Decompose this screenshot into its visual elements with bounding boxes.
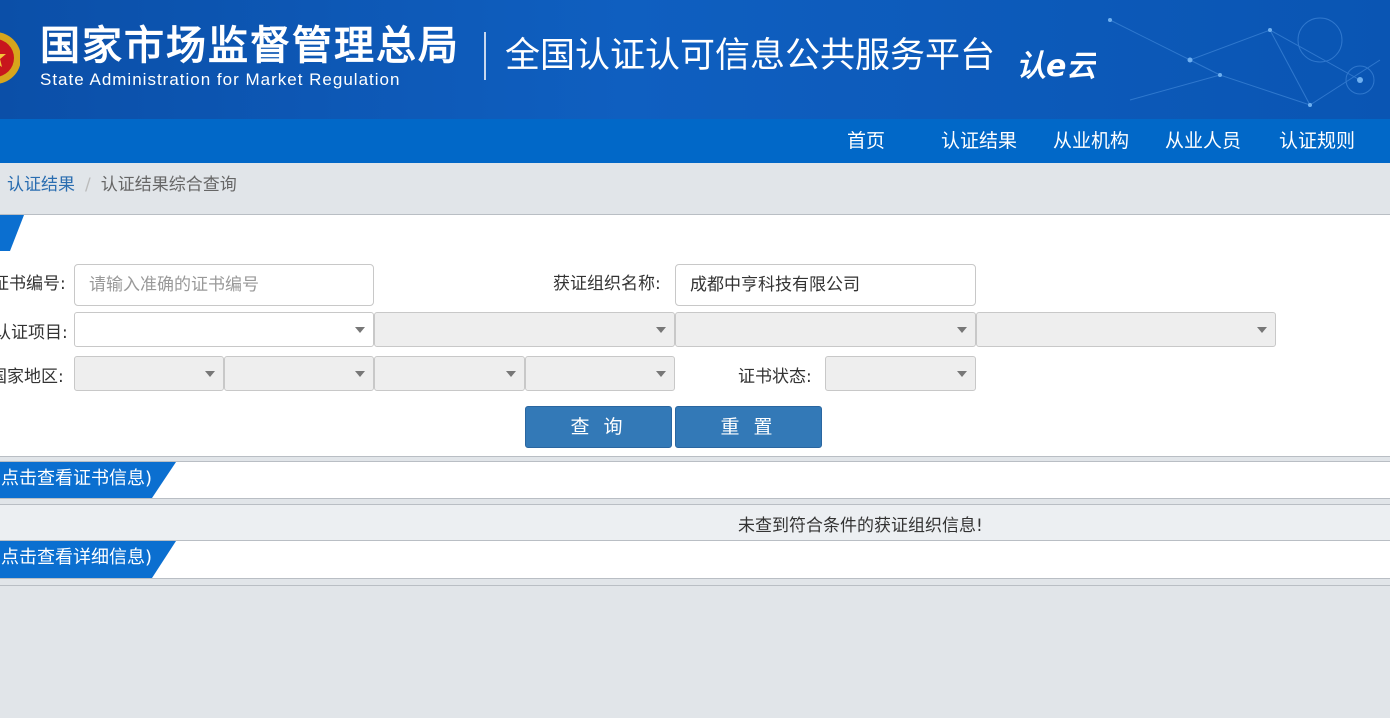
region-select-4[interactable] <box>525 356 675 391</box>
org-name-input[interactable]: 成都中亨科技有限公司 <box>675 264 976 306</box>
project-select-1[interactable] <box>74 312 374 347</box>
content-divider <box>0 585 1390 586</box>
empty-result-message: 未查到符合条件的获证组织信息! <box>738 516 983 536</box>
region-select-1[interactable] <box>74 356 224 391</box>
status-select[interactable] <box>825 356 976 391</box>
detail-info-tab[interactable]: (点击查看详细信息) <box>0 541 152 575</box>
national-emblem-icon <box>0 32 20 84</box>
cert-info-section-header: (点击查看证书信息) <box>0 461 1390 499</box>
cloud-logo-text: 认e云 <box>1016 49 1096 84</box>
project-label: 认证项目: <box>0 323 68 343</box>
tech-network-decoration <box>1108 17 1381 107</box>
cloud-logo: 认e云 <box>1016 49 1096 84</box>
breadcrumb-separator: / <box>85 175 91 195</box>
cert-no-input[interactable] <box>74 264 374 306</box>
site-header: 国家市场监督管理总局 State Administration for Mark… <box>0 0 1390 119</box>
chevron-down-icon <box>656 327 666 333</box>
cert-info-tab[interactable]: (点击查看证书信息) <box>0 462 152 496</box>
nav-item-home[interactable]: 首页 <box>847 119 885 163</box>
breadcrumb-parent-link[interactable]: 认证结果 <box>7 175 75 195</box>
chevron-down-icon <box>957 371 967 377</box>
query-panel-header <box>0 214 1390 252</box>
project-select-4[interactable] <box>976 312 1276 347</box>
breadcrumb-current: 认证结果综合查询 <box>100 175 237 195</box>
nav-item-personnel[interactable]: 从业人员 <box>1165 119 1241 163</box>
platform-title: 全国认证认可信息公共服务平台 <box>505 36 996 76</box>
status-label: 证书状态: <box>738 367 812 387</box>
query-button[interactable]: 查 询 <box>525 406 672 448</box>
chevron-down-icon <box>355 327 365 333</box>
org-name-label: 获证组织名称: <box>553 274 661 294</box>
chevron-down-icon <box>506 371 516 377</box>
query-form: 证书编号: 获证组织名称: 成都中亨科技有限公司 认证项目: 国家地区: 证书状… <box>0 251 1390 457</box>
reset-button[interactable]: 重 置 <box>675 406 822 448</box>
nav-item-cert-results[interactable]: 认证结果 <box>941 119 1017 163</box>
chevron-down-icon <box>656 371 666 377</box>
chevron-down-icon <box>205 371 215 377</box>
main-nav: 首页 认证结果 从业机构 从业人员 认证规则 <box>0 119 1390 163</box>
panel-tab-marker <box>0 215 24 251</box>
region-label: 国家地区: <box>0 367 64 387</box>
header-divider <box>484 32 486 80</box>
org-name-en: State Administration for Market Regulati… <box>40 70 401 89</box>
cert-no-label: 证书编号: <box>0 274 66 294</box>
chevron-down-icon <box>957 327 967 333</box>
project-select-2[interactable] <box>374 312 675 347</box>
chevron-down-icon <box>355 371 365 377</box>
chevron-down-icon <box>1257 327 1267 333</box>
project-select-3[interactable] <box>675 312 976 347</box>
breadcrumb: 认证结果 / 认证结果综合查询 <box>7 172 237 198</box>
nav-item-institutions[interactable]: 从业机构 <box>1053 119 1129 163</box>
region-select-3[interactable] <box>374 356 525 391</box>
region-select-2[interactable] <box>224 356 374 391</box>
org-name-cn: 国家市场监督管理总局 <box>40 23 460 69</box>
nav-item-rules[interactable]: 认证规则 <box>1279 119 1355 163</box>
detail-info-section-header: (点击查看详细信息) <box>0 540 1390 579</box>
result-message-row: 未查到符合条件的获证组织信息! <box>0 504 1390 541</box>
